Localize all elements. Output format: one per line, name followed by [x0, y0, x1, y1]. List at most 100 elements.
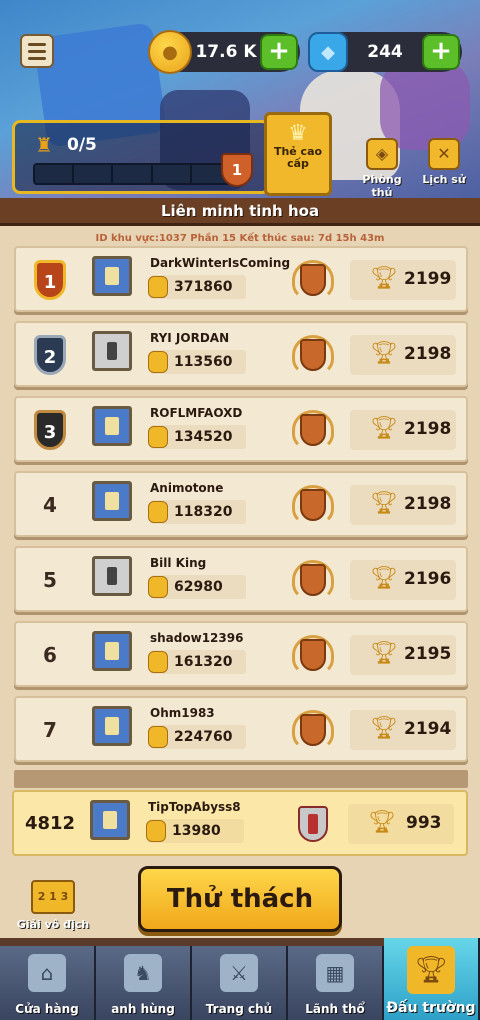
- fist-icon: [148, 726, 168, 748]
- menu-button[interactable]: [20, 34, 54, 68]
- my-rank-row[interactable]: 4812 TipTopAbyss8 13980 🏆︎ 993: [12, 790, 468, 856]
- premium-pass-button[interactable]: ♛ Thẻ cao cấp: [264, 112, 332, 196]
- crown-icon: ♛: [288, 121, 308, 146]
- trophy-count: 2199: [404, 269, 452, 289]
- challenge-button[interactable]: Thử thách: [138, 866, 342, 932]
- nav-shop[interactable]: ⌂ Cửa hàng: [0, 946, 96, 1020]
- nav-heroes[interactable]: ♞ anh hùng: [96, 946, 192, 1020]
- pass-progress-panel[interactable]: ♜ 0/5 1: [12, 120, 270, 194]
- power-box: 13980: [146, 819, 244, 843]
- league-emblem-icon: [288, 406, 336, 454]
- nav-arena[interactable]: 🏆︎ Đấu trường: [384, 938, 480, 1020]
- league-emblem-icon: [288, 481, 336, 529]
- player-name: DarkWinterIsComing: [150, 256, 291, 270]
- fist-icon: [148, 576, 168, 598]
- avatar[interactable]: [92, 706, 132, 746]
- map-icon: ▦: [316, 954, 354, 992]
- trophy-icon: 🏆︎: [407, 946, 455, 994]
- avatar[interactable]: [90, 800, 130, 840]
- avatar[interactable]: [92, 406, 132, 446]
- nav-label: Cửa hàng: [15, 1002, 79, 1016]
- trophy-count: 2198: [404, 344, 452, 364]
- power-value: 134520: [174, 429, 233, 445]
- avatar[interactable]: [92, 256, 132, 296]
- leaderboard-row[interactable]: 5 Bill King 62980 🏆︎ 2196: [14, 546, 468, 612]
- player-name: Bill King: [150, 556, 207, 570]
- trophy-icon: 🏆︎: [370, 491, 398, 516]
- leaderboard-row[interactable]: 3 ROFLMFAOXD 134520 🏆︎ 2198: [14, 396, 468, 462]
- hero-icon: ♞: [124, 954, 162, 992]
- rank-medal-gold: 1: [34, 260, 66, 300]
- bottom-nav: ⌂ Cửa hàng ♞ anh hùng ⚔ Trang chủ ▦ Lãnh…: [0, 938, 480, 1020]
- trophy-box: 🏆︎ 2196: [350, 560, 456, 600]
- league-emblem-icon: [288, 631, 336, 679]
- trophy-icon: 🏆︎: [370, 716, 398, 741]
- menu-icon: [28, 42, 46, 46]
- fist-icon: [148, 351, 168, 373]
- avatar[interactable]: [92, 556, 132, 596]
- leaderboard-row[interactable]: 2 RYI JORDAN 113560 🏆︎ 2198: [14, 321, 468, 387]
- power-value: 161320: [174, 654, 233, 670]
- avatar[interactable]: [92, 631, 132, 671]
- power-box: 224760: [148, 725, 246, 749]
- leaderboard-row[interactable]: 1 DarkWinterIsComing 371860 🏆︎ 2199: [14, 246, 468, 312]
- trophy-box: 🏆︎ 2198: [350, 335, 456, 375]
- power-value: 13980: [172, 823, 221, 839]
- championship-button[interactable]: 2 1 3 Giải vô địch: [16, 880, 90, 931]
- swords-icon: ⚔: [220, 954, 258, 992]
- pass-progress-bar: [33, 163, 233, 185]
- trophy-icon: 🏆︎: [368, 810, 396, 835]
- add-gold-button[interactable]: +: [260, 34, 298, 70]
- add-gems-button[interactable]: +: [422, 34, 460, 70]
- leaderboard-row[interactable]: 6 shadow12396 161320 🏆︎ 2195: [14, 621, 468, 687]
- trophy-box: 🏆︎ 2198: [350, 410, 456, 450]
- power-value: 113560: [174, 354, 233, 370]
- fist-icon: [148, 651, 168, 673]
- power-value: 118320: [174, 504, 233, 520]
- fist-icon: [146, 820, 166, 842]
- gold-coin-icon: ●: [148, 30, 192, 74]
- gem-icon: ◆: [308, 32, 348, 72]
- rank-medal-silver: 2: [34, 335, 66, 375]
- fist-icon: [148, 501, 168, 523]
- avatar[interactable]: [92, 481, 132, 521]
- nav-home[interactable]: ⚔ Trang chủ: [192, 946, 288, 1020]
- gem-counter: ◆ 244 +: [308, 32, 462, 72]
- shop-icon: ⌂: [28, 954, 66, 992]
- player-name: Ohm1983: [150, 706, 215, 720]
- league-emblem-icon: [288, 331, 336, 379]
- trophy-count: 2198: [404, 494, 452, 514]
- player-name: Animotone: [150, 481, 224, 495]
- player-name: shadow12396: [150, 631, 244, 645]
- nav-label: anh hùng: [111, 1002, 175, 1016]
- defense-label: Phòng thủ: [362, 173, 402, 199]
- league-emblem-icon: [288, 556, 336, 604]
- trophy-box: 🏆︎ 2198: [350, 485, 456, 525]
- fist-icon: [148, 276, 168, 298]
- power-value: 224760: [174, 729, 233, 745]
- trophy-count: 2196: [404, 569, 452, 589]
- player-name: RYI JORDAN: [150, 331, 230, 345]
- power-value: 371860: [174, 279, 233, 295]
- trophy-count: 993: [406, 813, 442, 833]
- history-button[interactable]: ✕ Lịch sử: [414, 138, 474, 186]
- gold-amount: 17.6 K: [195, 42, 257, 62]
- power-value: 62980: [174, 579, 223, 595]
- avatar[interactable]: [92, 331, 132, 371]
- championship-label: Giải vô địch: [16, 918, 90, 931]
- leaderboard-row[interactable]: 4 Animotone 118320 🏆︎ 2198: [14, 471, 468, 537]
- hero-artwork: [380, 60, 470, 150]
- player-name: ROFLMFAOXD: [150, 406, 243, 420]
- league-emblem-icon: [288, 706, 336, 754]
- league-title: Liên minh tinh hoa: [160, 202, 320, 220]
- nav-territory[interactable]: ▦ Lãnh thổ: [288, 946, 384, 1020]
- gold-counter: ● 17.6 K +: [148, 30, 300, 74]
- history-label: Lịch sử: [422, 173, 466, 186]
- league-info: ID khu vực:1037 Phần 15 Kết thúc sau: 7d…: [95, 233, 385, 244]
- defense-button[interactable]: ◈ Phòng thủ: [352, 138, 412, 199]
- trophy-icon: 🏆︎: [370, 266, 398, 291]
- gem-amount: 244: [367, 42, 403, 62]
- leaderboard-row[interactable]: 7 Ohm1983 224760 🏆︎ 2194: [14, 696, 468, 762]
- fist-icon: [148, 426, 168, 448]
- rank-number: 6: [43, 643, 57, 667]
